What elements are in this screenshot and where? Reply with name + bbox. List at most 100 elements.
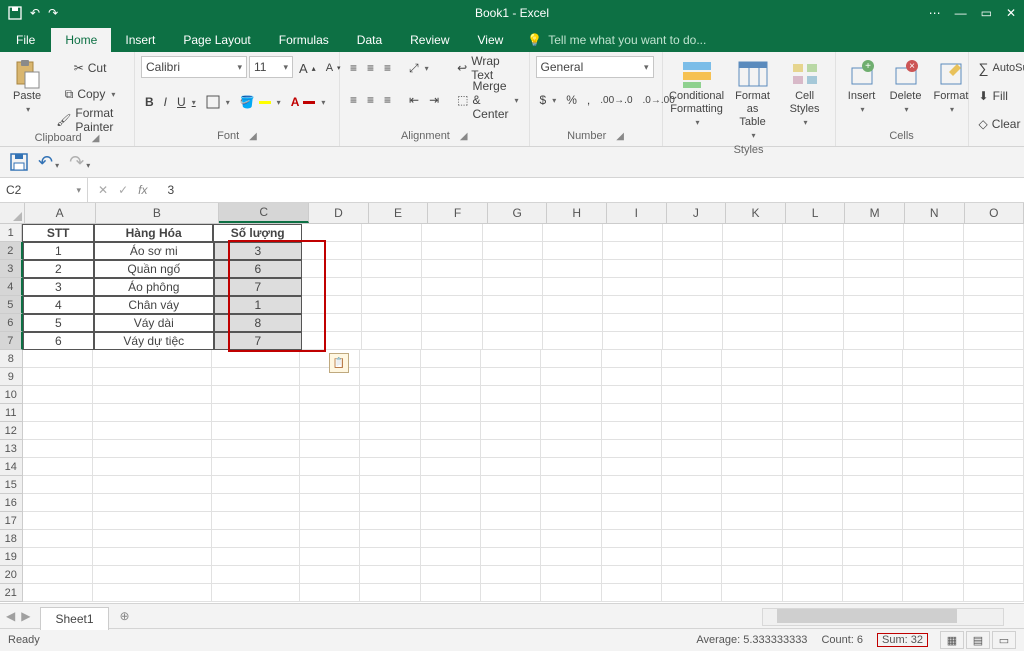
percent-format-button[interactable]: % <box>562 88 581 112</box>
cell-L11[interactable] <box>783 404 843 422</box>
cell-I7[interactable] <box>603 332 663 350</box>
cell-N20[interactable] <box>903 566 963 584</box>
column-header-I[interactable]: I <box>607 203 667 223</box>
fill-button[interactable]: ⬇Fill <box>975 84 1012 108</box>
cell-A13[interactable] <box>23 440 94 458</box>
cell-A3[interactable]: 2 <box>23 260 94 278</box>
cell-C13[interactable] <box>212 440 300 458</box>
row-header-13[interactable]: 13 <box>0 440 23 458</box>
fill-color-button[interactable]: 🪣▾ <box>236 90 285 114</box>
cell-H10[interactable] <box>541 386 601 404</box>
cell-I9[interactable] <box>602 368 662 386</box>
cell-H8[interactable] <box>541 350 601 368</box>
cell-B10[interactable] <box>93 386 212 404</box>
cell-A8[interactable] <box>23 350 94 368</box>
maximize-icon[interactable]: ▭ <box>981 6 992 20</box>
cell-C18[interactable] <box>212 530 300 548</box>
cell-O15[interactable] <box>964 476 1024 494</box>
cell-G9[interactable] <box>481 368 541 386</box>
save-icon[interactable] <box>8 6 22 20</box>
cell-B12[interactable] <box>93 422 212 440</box>
cell-O5[interactable] <box>964 296 1024 314</box>
cell-F6[interactable] <box>422 314 482 332</box>
cell-H12[interactable] <box>541 422 601 440</box>
cell-G21[interactable] <box>481 584 541 602</box>
cell-L19[interactable] <box>783 548 843 566</box>
tab-page-layout[interactable]: Page Layout <box>169 28 264 52</box>
cell-A6[interactable]: 5 <box>23 314 94 332</box>
row-header-6[interactable]: 6 <box>0 314 23 332</box>
cell-G12[interactable] <box>481 422 541 440</box>
cell-N14[interactable] <box>903 458 963 476</box>
cell-A11[interactable] <box>23 404 94 422</box>
cell-C2[interactable]: 3 <box>214 242 303 260</box>
cell-M10[interactable] <box>843 386 903 404</box>
cell-M3[interactable] <box>844 260 904 278</box>
cell-O19[interactable] <box>964 548 1024 566</box>
row-header-3[interactable]: 3 <box>0 260 23 278</box>
cell-M12[interactable] <box>843 422 903 440</box>
cell-I8[interactable] <box>602 350 662 368</box>
column-header-A[interactable]: A <box>25 203 96 223</box>
align-center-button[interactable]: ≡ <box>363 88 378 112</box>
cell-A1[interactable]: STT <box>22 224 93 242</box>
align-top-button[interactable]: ≡ <box>346 56 361 80</box>
cell-I10[interactable] <box>602 386 662 404</box>
cell-A10[interactable] <box>23 386 94 404</box>
cell-A7[interactable]: 6 <box>23 332 94 350</box>
cell-B21[interactable] <box>93 584 212 602</box>
cell-K9[interactable] <box>722 368 782 386</box>
cell-L1[interactable] <box>783 224 843 242</box>
sheet-nav-prev[interactable]: ◀ <box>6 609 15 623</box>
cell-J6[interactable] <box>663 314 723 332</box>
cell-C4[interactable]: 7 <box>214 278 303 296</box>
cell-N6[interactable] <box>904 314 964 332</box>
cell-O3[interactable] <box>964 260 1024 278</box>
cell-H15[interactable] <box>541 476 601 494</box>
cell-I1[interactable] <box>603 224 663 242</box>
cell-L5[interactable] <box>783 296 843 314</box>
format-as-table-button[interactable]: Format as Table▾ <box>729 56 777 144</box>
cell-L8[interactable] <box>783 350 843 368</box>
cell-B9[interactable] <box>93 368 212 386</box>
column-header-H[interactable]: H <box>547 203 607 223</box>
cell-C5[interactable]: 1 <box>214 296 303 314</box>
column-header-D[interactable]: D <box>309 203 369 223</box>
cell-G4[interactable] <box>483 278 543 296</box>
cell-C1[interactable]: Số lượng <box>213 224 302 242</box>
cell-D21[interactable] <box>300 584 360 602</box>
cell-M9[interactable] <box>843 368 903 386</box>
cell-K1[interactable] <box>723 224 783 242</box>
cell-O14[interactable] <box>964 458 1024 476</box>
cell-F13[interactable] <box>421 440 481 458</box>
cell-H6[interactable] <box>543 314 603 332</box>
cell-E13[interactable] <box>360 440 420 458</box>
cell-E5[interactable] <box>362 296 422 314</box>
align-left-button[interactable]: ≡ <box>346 88 361 112</box>
clear-button[interactable]: ◇Clear <box>975 112 1024 136</box>
cell-L13[interactable] <box>783 440 843 458</box>
wrap-text-button[interactable]: ↩Wrap Text <box>453 56 522 80</box>
cell-L20[interactable] <box>783 566 843 584</box>
cell-K10[interactable] <box>722 386 782 404</box>
cell-K5[interactable] <box>723 296 783 314</box>
column-header-B[interactable]: B <box>96 203 220 223</box>
cell-O4[interactable] <box>964 278 1024 296</box>
cell-B14[interactable] <box>93 458 212 476</box>
cell-J21[interactable] <box>662 584 722 602</box>
cell-G19[interactable] <box>481 548 541 566</box>
cell-G5[interactable] <box>483 296 543 314</box>
sheet-tab-sheet1[interactable]: Sheet1 <box>40 607 108 630</box>
tell-me-search[interactable]: 💡 Tell me what you want to do... <box>527 28 706 52</box>
cell-H16[interactable] <box>541 494 601 512</box>
cell-N10[interactable] <box>903 386 963 404</box>
cell-H21[interactable] <box>541 584 601 602</box>
cell-O20[interactable] <box>964 566 1024 584</box>
cell-styles-button[interactable]: Cell Styles▾ <box>781 56 829 131</box>
cell-D5[interactable] <box>302 296 362 314</box>
cell-N7[interactable] <box>904 332 964 350</box>
cell-J14[interactable] <box>662 458 722 476</box>
increase-font-button[interactable]: A▴ <box>295 56 320 80</box>
cell-J7[interactable] <box>663 332 723 350</box>
cell-B11[interactable] <box>93 404 212 422</box>
